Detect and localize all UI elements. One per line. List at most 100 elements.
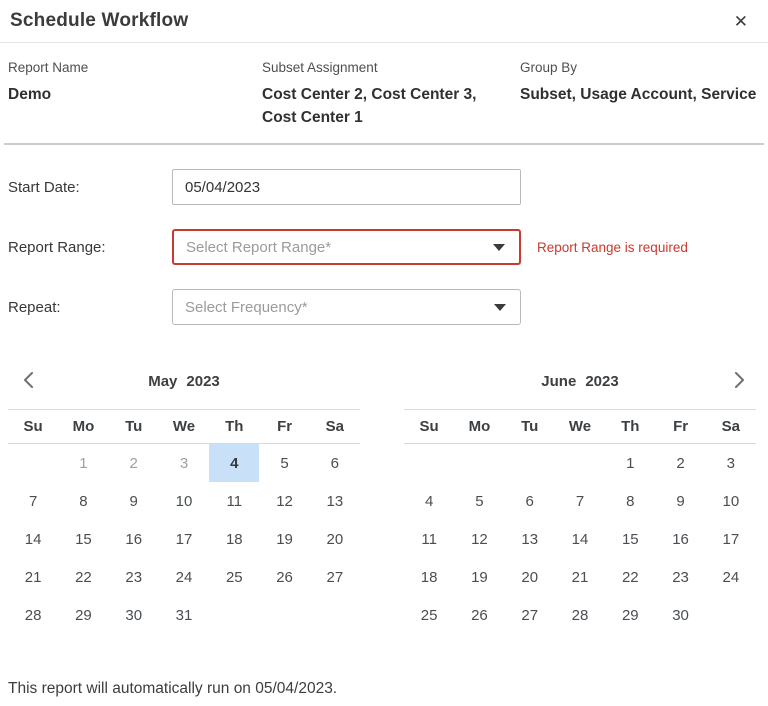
weekday-label: Sa bbox=[706, 418, 756, 435]
calendar-day[interactable]: 18 bbox=[404, 558, 454, 596]
calendar-day[interactable]: 11 bbox=[209, 482, 259, 520]
chevron-left-icon bbox=[21, 371, 37, 389]
calendar-day[interactable]: 25 bbox=[209, 558, 259, 596]
calendar-day[interactable]: 1 bbox=[605, 444, 655, 482]
repeat-row: Repeat: Select Frequency* bbox=[8, 289, 760, 325]
subset-assignment-label: Subset Assignment bbox=[262, 60, 492, 75]
report-range-select[interactable]: Select Report Range* bbox=[172, 229, 521, 265]
calendar-day[interactable]: 15 bbox=[605, 520, 655, 558]
calendar-day[interactable]: 25 bbox=[404, 596, 454, 634]
calendar-day[interactable]: 1 bbox=[58, 444, 108, 482]
calendar-day[interactable]: 19 bbox=[454, 558, 504, 596]
calendar-day[interactable]: 19 bbox=[259, 520, 309, 558]
calendar-day[interactable]: 20 bbox=[310, 520, 360, 558]
calendar-day[interactable]: 28 bbox=[8, 596, 58, 634]
calendar-day[interactable]: 15 bbox=[58, 520, 108, 558]
calendar-day[interactable]: 27 bbox=[505, 596, 555, 634]
previous-month-button[interactable] bbox=[16, 366, 42, 394]
calendar-month-title: June 2023 bbox=[541, 373, 618, 390]
calendar-day[interactable]: 22 bbox=[605, 558, 655, 596]
calendar-day[interactable]: 3 bbox=[159, 444, 209, 482]
calendar-day[interactable]: 6 bbox=[505, 482, 555, 520]
close-icon[interactable]: ✕ bbox=[726, 9, 756, 34]
calendar-day[interactable]: 9 bbox=[655, 482, 705, 520]
calendar-day[interactable]: 18 bbox=[209, 520, 259, 558]
calendar-day[interactable]: 6 bbox=[310, 444, 360, 482]
calendar-day[interactable]: 14 bbox=[555, 520, 605, 558]
calendar-day[interactable]: 2 bbox=[109, 444, 159, 482]
calendar-day[interactable]: 10 bbox=[159, 482, 209, 520]
weekday-label: Th bbox=[605, 418, 655, 435]
calendar-day-grid: 1234567891011121314151617181920212223242… bbox=[404, 444, 756, 634]
date-picker: May 2023 SuMoTuWeThFrSa 1234567891011121… bbox=[0, 325, 768, 634]
calendar-day[interactable]: 31 bbox=[159, 596, 209, 634]
calendar-day[interactable]: 23 bbox=[655, 558, 705, 596]
weekday-label: Fr bbox=[259, 418, 309, 435]
calendar-day[interactable]: 28 bbox=[555, 596, 605, 634]
calendar-day[interactable]: 29 bbox=[58, 596, 108, 634]
calendar-day-empty bbox=[209, 596, 259, 634]
calendar-day[interactable]: 7 bbox=[555, 482, 605, 520]
calendar-day[interactable]: 14 bbox=[8, 520, 58, 558]
calendar-day[interactable]: 8 bbox=[605, 482, 655, 520]
calendar-day[interactable]: 30 bbox=[109, 596, 159, 634]
calendar-day-empty bbox=[259, 596, 309, 634]
calendar-day[interactable]: 20 bbox=[505, 558, 555, 596]
calendar-day[interactable]: 22 bbox=[58, 558, 108, 596]
calendar-day[interactable]: 29 bbox=[605, 596, 655, 634]
calendar-day-selected[interactable]: 4 bbox=[209, 444, 259, 482]
calendar-day[interactable]: 23 bbox=[109, 558, 159, 596]
weekday-header-row: SuMoTuWeThFrSa bbox=[404, 409, 756, 444]
calendar-day[interactable]: 13 bbox=[505, 520, 555, 558]
report-range-label: Report Range: bbox=[8, 239, 172, 256]
calendar-day[interactable]: 12 bbox=[454, 520, 504, 558]
start-date-input[interactable] bbox=[172, 169, 521, 205]
weekday-label: We bbox=[555, 418, 605, 435]
calendar-day[interactable]: 2 bbox=[655, 444, 705, 482]
calendar-day[interactable]: 12 bbox=[259, 482, 309, 520]
calendar-day[interactable]: 30 bbox=[655, 596, 705, 634]
calendar-day[interactable]: 27 bbox=[310, 558, 360, 596]
calendar-day[interactable]: 3 bbox=[706, 444, 756, 482]
calendar-day[interactable]: 11 bbox=[404, 520, 454, 558]
group-by-value: Subset, Usage Account, Service bbox=[520, 83, 760, 106]
calendar-day[interactable]: 26 bbox=[454, 596, 504, 634]
subset-assignment-value: Cost Center 2, Cost Center 3, Cost Cente… bbox=[262, 83, 492, 129]
chevron-down-icon bbox=[494, 304, 506, 311]
calendar-day[interactable]: 7 bbox=[8, 482, 58, 520]
month-year: 2023 bbox=[186, 373, 219, 390]
weekday-label: Th bbox=[209, 418, 259, 435]
calendar-day-grid: 1234567891011121314151617181920212223242… bbox=[8, 444, 360, 634]
calendar-day[interactable]: 17 bbox=[159, 520, 209, 558]
calendar-day-empty bbox=[310, 596, 360, 634]
calendar-day[interactable]: 26 bbox=[259, 558, 309, 596]
calendar-day-empty bbox=[404, 444, 454, 482]
calendar-day[interactable]: 24 bbox=[159, 558, 209, 596]
weekday-label: Tu bbox=[505, 418, 555, 435]
calendar-day-empty bbox=[555, 444, 605, 482]
calendar-day[interactable]: 17 bbox=[706, 520, 756, 558]
start-date-row: Start Date: bbox=[8, 169, 760, 205]
calendar-day[interactable]: 16 bbox=[655, 520, 705, 558]
calendar-day[interactable]: 4 bbox=[404, 482, 454, 520]
next-month-button[interactable] bbox=[726, 366, 752, 394]
summary-subset-assignment: Subset Assignment Cost Center 2, Cost Ce… bbox=[262, 60, 520, 129]
calendar-day[interactable]: 10 bbox=[706, 482, 756, 520]
month-name: June bbox=[541, 373, 576, 390]
calendar-day[interactable]: 16 bbox=[109, 520, 159, 558]
calendar-day[interactable]: 9 bbox=[109, 482, 159, 520]
month-name: May bbox=[148, 373, 177, 390]
calendar-day[interactable]: 21 bbox=[555, 558, 605, 596]
calendar-day[interactable]: 24 bbox=[706, 558, 756, 596]
calendar-day[interactable]: 13 bbox=[310, 482, 360, 520]
repeat-label: Repeat: bbox=[8, 299, 172, 316]
weekday-label: Tu bbox=[109, 418, 159, 435]
dialog-title: Schedule Workflow bbox=[10, 10, 188, 32]
calendar-day[interactable]: 21 bbox=[8, 558, 58, 596]
chevron-down-icon bbox=[493, 244, 505, 251]
calendar-day[interactable]: 5 bbox=[454, 482, 504, 520]
calendar-day[interactable]: 5 bbox=[259, 444, 309, 482]
repeat-select[interactable]: Select Frequency* bbox=[172, 289, 521, 325]
calendar-day-empty bbox=[706, 596, 756, 634]
calendar-day[interactable]: 8 bbox=[58, 482, 108, 520]
